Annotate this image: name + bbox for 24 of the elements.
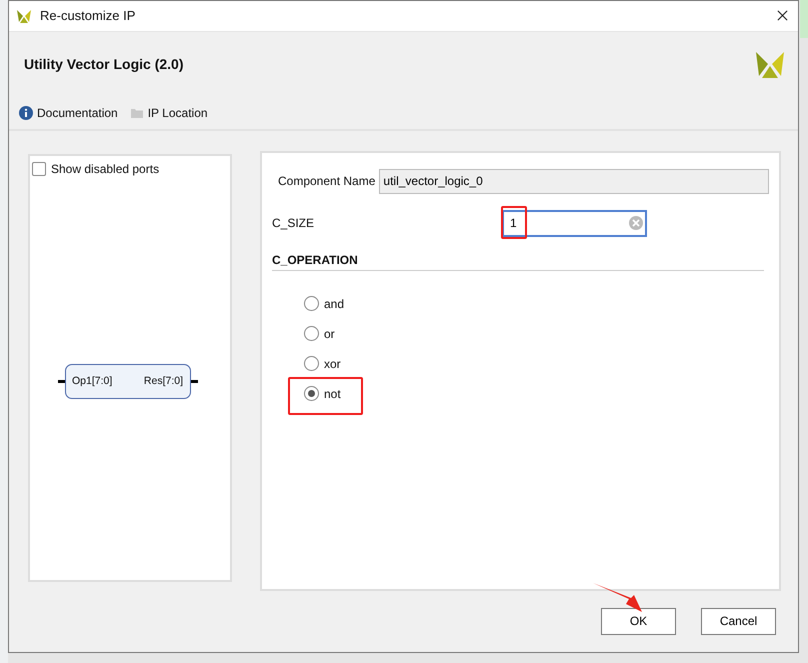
- port-pin: [58, 380, 65, 383]
- logo-icon: [16, 8, 32, 24]
- radio-option[interactable]: and: [304, 294, 769, 313]
- ip-title: Utility Vector Logic (2.0): [24, 56, 184, 72]
- field-label: Component Name: [278, 174, 376, 188]
- ok-button[interactable]: OK: [601, 608, 676, 635]
- c-size-field[interactable]: 1: [502, 210, 647, 237]
- cancel-button[interactable]: Cancel: [701, 608, 776, 635]
- close-icon[interactable]: [777, 10, 788, 22]
- radio-option[interactable]: xor: [304, 354, 769, 373]
- field-label: C_SIZE: [272, 216, 316, 230]
- component-name-field[interactable]: util_vector_logic_0: [379, 168, 769, 194]
- port-label: Op1[7:0]: [72, 375, 112, 388]
- highlight-box: [501, 206, 527, 239]
- port-label: Res[7:0]: [144, 375, 183, 388]
- pointer-arrow: [592, 582, 644, 614]
- section-title: C_OPERATION: [272, 252, 764, 271]
- port-pin: [191, 380, 198, 383]
- radio-option[interactable]: not: [304, 384, 769, 403]
- radio-option[interactable]: or: [304, 324, 769, 343]
- info-icon: [19, 106, 33, 120]
- window-title: Re-customize IP: [40, 8, 136, 24]
- toolbar-link[interactable]: Documentation: [19, 106, 118, 120]
- toolbar-link[interactable]: IP Location: [130, 106, 208, 120]
